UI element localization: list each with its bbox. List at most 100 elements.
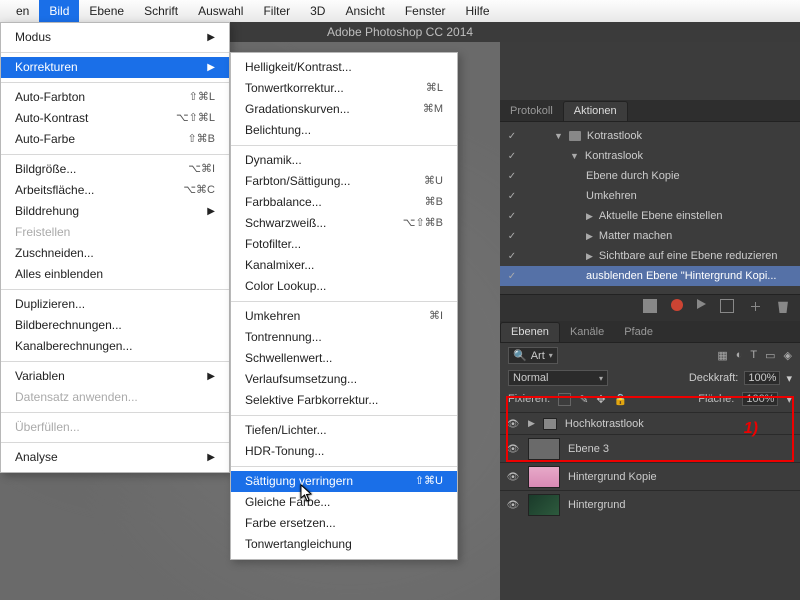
menu-item[interactable]: Duplizieren... xyxy=(1,294,229,315)
disclosure-triangle-icon[interactable]: ▶ xyxy=(586,211,593,222)
menu-3d[interactable]: 3D xyxy=(300,0,335,22)
disclosure-triangle-icon[interactable]: ▼ xyxy=(570,151,579,161)
menu-item[interactable]: Bilddrehung▶ xyxy=(1,201,229,222)
layer-name[interactable]: Hochkotrastlook xyxy=(565,418,644,430)
layer-row[interactable]: Hintergrund xyxy=(500,490,800,518)
action-row[interactable]: ausblenden Ebene "Hintergrund Kopi... xyxy=(500,266,800,286)
menu-item[interactable]: Arbeitsfläche...⌥⌘C xyxy=(1,180,229,201)
menu-schrift[interactable]: Schrift xyxy=(134,0,188,22)
menu-item[interactable]: Gleiche Farbe... xyxy=(231,492,457,513)
new-set-icon[interactable] xyxy=(720,299,734,313)
menu-item[interactable]: Farbbalance...⌘B xyxy=(231,192,457,213)
checkmark-icon[interactable] xyxy=(506,190,518,202)
fill-stepper[interactable]: ▾ xyxy=(786,393,792,406)
checkmark-icon[interactable] xyxy=(506,270,518,282)
checkmark-icon[interactable] xyxy=(506,170,518,182)
disclosure-triangle-icon[interactable]: ▶ xyxy=(586,231,593,242)
layer-filter-kind[interactable]: 🔍 Art ▾ xyxy=(508,347,558,364)
lock-transparent-icon[interactable] xyxy=(558,393,571,406)
trash-icon[interactable] xyxy=(776,299,790,313)
menu-item[interactable]: Schwarzweiß...⌥⇧⌘B xyxy=(231,213,457,234)
menu-item[interactable]: Tonwertangleichung xyxy=(231,534,457,555)
menu-item[interactable]: Farbton/Sättigung...⌘U xyxy=(231,171,457,192)
menu-item[interactable]: Belichtung... xyxy=(231,120,457,141)
menu-item[interactable]: Color Lookup... xyxy=(231,276,457,297)
menu-item[interactable]: Sättigung verringern⇧⌘U xyxy=(231,471,457,492)
menu-item[interactable]: Schwellenwert... xyxy=(231,348,457,369)
layer-thumbnail[interactable] xyxy=(528,494,560,516)
action-row[interactable]: ▶Sichtbare auf eine Ebene reduzieren xyxy=(500,246,800,266)
action-row[interactable]: Umkehren xyxy=(500,186,800,206)
blend-mode-select[interactable]: Normal ▾ xyxy=(508,370,608,386)
menu-item[interactable]: Variablen▶ xyxy=(1,366,229,387)
record-icon[interactable] xyxy=(671,299,683,311)
menu-bild[interactable]: Bild xyxy=(39,0,79,22)
menu-item[interactable]: Modus▶ xyxy=(1,27,229,48)
filter-type-icon[interactable]: T xyxy=(750,349,757,362)
disclosure-triangle-icon[interactable]: ▼ xyxy=(554,131,563,141)
action-row[interactable]: ▶Matter machen xyxy=(500,226,800,246)
menu-ebene[interactable]: Ebene xyxy=(79,0,134,22)
menu-item[interactable]: HDR-Tonung... xyxy=(231,441,457,462)
menu-item[interactable]: Dynamik... xyxy=(231,150,457,171)
checkmark-icon[interactable] xyxy=(506,150,518,162)
opacity-stepper[interactable]: ▾ xyxy=(786,372,792,385)
opacity-value[interactable]: 100% xyxy=(744,371,780,385)
checkmark-icon[interactable] xyxy=(506,250,518,262)
disclosure-triangle-icon[interactable]: ▶ xyxy=(528,418,535,429)
menu-item[interactable]: Tontrennung... xyxy=(231,327,457,348)
checkmark-icon[interactable] xyxy=(506,130,518,142)
filter-pixel-icon[interactable]: ▦ xyxy=(717,349,727,362)
layer-row[interactable]: Hintergrund Kopie xyxy=(500,462,800,490)
menu-item[interactable]: Kanalberechnungen... xyxy=(1,336,229,357)
checkmark-icon[interactable] xyxy=(506,210,518,222)
menu-item[interactable]: Analyse▶ xyxy=(1,447,229,468)
menu-item[interactable]: Fotofilter... xyxy=(231,234,457,255)
lock-move-icon[interactable]: ✥ xyxy=(596,393,605,406)
filter-adjust-icon[interactable]: ◐ xyxy=(736,349,743,362)
filter-smart-icon[interactable]: ◈ xyxy=(784,349,792,362)
action-row[interactable]: ▶Aktuelle Ebene einstellen xyxy=(500,206,800,226)
visibility-eye-icon[interactable] xyxy=(506,471,520,483)
menu-item[interactable]: Auto-Kontrast⌥⇧⌘L xyxy=(1,108,229,129)
layer-name[interactable]: Hintergrund xyxy=(568,499,625,511)
menu-item[interactable]: Korrekturen▶ xyxy=(1,57,229,78)
menu-item[interactable]: Farbe ersetzen... xyxy=(231,513,457,534)
action-row[interactable]: ▼Kotrastlook xyxy=(500,126,800,146)
tab-protokoll[interactable]: Protokoll xyxy=(500,102,563,121)
fill-value[interactable]: 100% xyxy=(742,392,778,406)
checkmark-icon[interactable] xyxy=(506,230,518,242)
action-row[interactable]: ▼Kontraslook xyxy=(500,146,800,166)
menu-fenster[interactable]: Fenster xyxy=(395,0,456,22)
action-row[interactable]: Ebene durch Kopie xyxy=(500,166,800,186)
tab-pfade[interactable]: Pfade xyxy=(614,323,663,342)
menu-item[interactable]: Bildgröße...⌥⌘I xyxy=(1,159,229,180)
tab-ebenen[interactable]: Ebenen xyxy=(500,322,560,342)
visibility-eye-icon[interactable] xyxy=(506,499,520,511)
menu-item[interactable]: Auto-Farbton⇧⌘L xyxy=(1,87,229,108)
tab-aktionen[interactable]: Aktionen xyxy=(563,101,628,121)
menu-item[interactable]: Zuschneiden... xyxy=(1,243,229,264)
layer-thumbnail[interactable] xyxy=(528,438,560,460)
stop-icon[interactable] xyxy=(643,299,657,313)
visibility-eye-icon[interactable] xyxy=(506,443,520,455)
new-action-icon[interactable] xyxy=(748,299,762,313)
lock-all-icon[interactable]: 🔒 xyxy=(614,393,628,406)
menu-item[interactable]: Umkehren⌘I xyxy=(231,306,457,327)
visibility-eye-icon[interactable] xyxy=(506,418,520,430)
menu-item[interactable]: Helligkeit/Kontrast... xyxy=(231,57,457,78)
tab-kanäle[interactable]: Kanäle xyxy=(560,323,614,342)
menu-item[interactable]: Bildberechnungen... xyxy=(1,315,229,336)
menu-item[interactable]: Tonwertkorrektur...⌘L xyxy=(231,78,457,99)
play-icon[interactable] xyxy=(697,299,706,309)
menu-item[interactable]: Gradationskurven...⌘M xyxy=(231,99,457,120)
lock-brush-icon[interactable]: ✎ xyxy=(579,393,588,406)
disclosure-triangle-icon[interactable]: ▶ xyxy=(586,251,593,262)
menu-filter[interactable]: Filter xyxy=(253,0,300,22)
menu-en[interactable]: en xyxy=(6,0,39,22)
menu-item[interactable]: Alles einblenden xyxy=(1,264,229,285)
menu-item[interactable]: Verlaufsumsetzung... xyxy=(231,369,457,390)
menu-auswahl[interactable]: Auswahl xyxy=(188,0,253,22)
menu-ansicht[interactable]: Ansicht xyxy=(335,0,394,22)
layer-row[interactable]: Ebene 3 xyxy=(500,434,800,462)
